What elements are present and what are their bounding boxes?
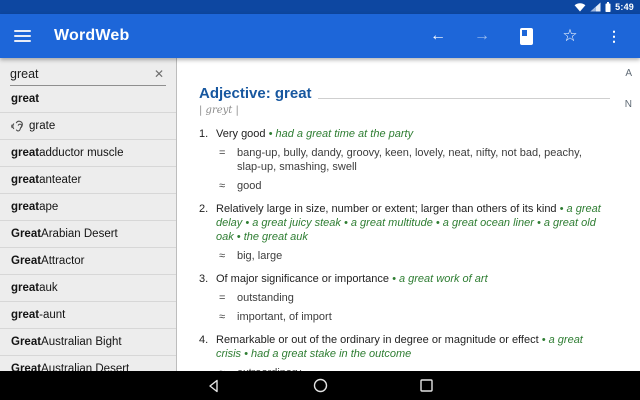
forward-arrow-icon[interactable]: → [470,24,494,48]
definition-item: 2.Relatively large in size, number or ex… [199,202,606,263]
battery-icon [605,2,611,12]
definition-number: 2. [199,202,216,263]
favorite-star-icon[interactable]: ☆ [558,24,582,48]
headword-rule [318,98,610,99]
synonym-marker: ≈ [216,310,237,324]
home-circle-icon[interactable] [313,378,328,393]
search-input[interactable] [10,67,152,81]
synonym-words[interactable]: big, large [237,249,282,263]
definition-list: 1.Very good • had a great time at the pa… [199,127,606,371]
word-list-item[interactable]: Great Attractor [0,248,176,275]
cellular-icon [590,2,601,12]
word-list-item[interactable]: grate [0,113,176,140]
definition-item: 4.Remarkable or out of the ordinary in d… [199,333,606,371]
synonym-row: =bang-up, bully, dandy, groovy, keen, lo… [216,146,606,174]
status-time: 5:49 [615,2,634,12]
word-list-item[interactable]: great adductor muscle [0,140,176,167]
search-row: ✕ [0,58,176,86]
word-list-item[interactable]: great ape [0,194,176,221]
app-bar-actions: ← → ☆ ⋮ [426,24,626,48]
definition-text: Of major significance or importance [216,273,389,285]
synonym-marker: = [216,291,237,305]
definition-text: Very good [216,128,266,140]
pos-index-rail: A N [618,58,640,371]
word-list-item[interactable]: great anteater [0,167,176,194]
overflow-menu-icon[interactable]: ⋮ [602,24,626,48]
synonym-words[interactable]: important, of import [237,310,332,324]
synonym-row: =outstanding [216,291,606,305]
clear-search-icon[interactable]: ✕ [152,67,166,81]
hamburger-menu-icon[interactable] [14,30,31,42]
android-nav-bar [0,371,640,400]
synonym-row: ≈important, of import [216,310,606,324]
synonym-row: ≈big, large [216,249,606,263]
headword-row: Adjective: great [199,85,610,102]
index-letter-adjective[interactable]: A [625,68,632,79]
word-list-item[interactable]: great auk [0,275,176,302]
back-triangle-icon[interactable] [207,379,221,393]
headword: Adjective: great [199,85,312,102]
definition-examples: • a great work of art [389,273,488,285]
word-list-item[interactable]: great-aunt [0,302,176,329]
definition-text: Remarkable or out of the ordinary in deg… [216,334,539,346]
bookmarks-page-icon[interactable] [514,28,538,45]
definition-number: 4. [199,333,216,371]
definition-panel: A N Adjective: great | greyt | 1.Very go… [177,58,640,371]
synonym-words[interactable]: bang-up, bully, dandy, groovy, keen, lov… [237,146,606,174]
synonym-marker: ≈ [216,249,237,263]
sidebar: ✕ greatgrategreat adductor musclegreat a… [0,58,177,371]
definition-text: Relatively large in size, number or exte… [216,203,557,215]
index-letter-noun[interactable]: N [625,99,632,110]
definition-item: 3.Of major significance or importance • … [199,272,606,324]
word-list-item[interactable]: Great Australian Bight [0,329,176,356]
synonym-words[interactable]: good [237,179,261,193]
wifi-icon [574,2,586,12]
definition-number: 3. [199,272,216,324]
content-area: ✕ greatgrategreat adductor musclegreat a… [0,58,640,371]
homophone-ear-icon [11,120,24,133]
word-list-item[interactable]: Great Arabian Desert [0,221,176,248]
status-bar: 5:49 [0,0,640,14]
definition-number: 1. [199,127,216,193]
back-arrow-icon[interactable]: ← [426,24,450,48]
pronunciation: | greyt | [199,105,640,116]
definition-examples: • had a great time at the party [266,128,414,140]
app-title: WordWeb [54,27,129,45]
synonym-marker: = [216,146,237,174]
word-list-item[interactable]: great [0,86,176,113]
synonym-marker: ≈ [216,179,237,193]
definition-item: 1.Very good • had a great time at the pa… [199,127,606,193]
synonym-words[interactable]: outstanding [237,291,294,305]
wordweb-app-screen: 5:49 WordWeb ← → ☆ ⋮ ✕ greatgrategreat a… [0,0,640,400]
app-bar: WordWeb ← → ☆ ⋮ [0,14,640,58]
word-list: greatgrategreat adductor musclegreat ant… [0,86,176,371]
recents-square-icon[interactable] [420,379,433,392]
synonym-row: ≈good [216,179,606,193]
word-list-item[interactable]: Great Australian Desert [0,356,176,371]
